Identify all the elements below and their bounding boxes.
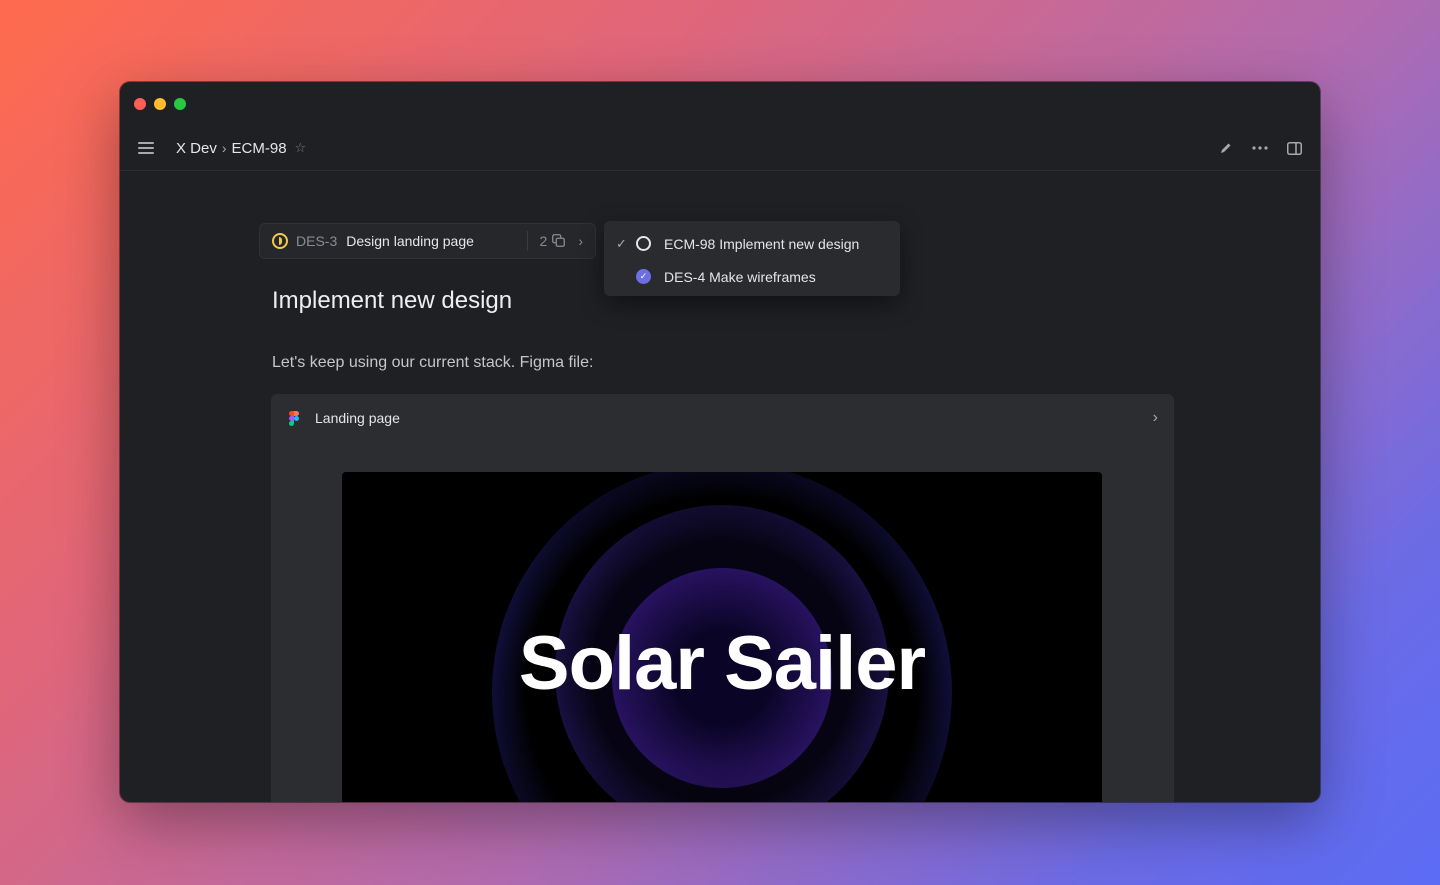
sub-issues-dropdown: ✓ ECM-98 Implement new design ✓ DES-4 Ma…: [604, 221, 900, 296]
figma-preview-image[interactable]: Solar Sailer: [342, 472, 1102, 802]
sub-issues-icon: [552, 234, 566, 248]
figma-embed: Landing page › Solar Sailer: [271, 394, 1174, 802]
sub-issue-count: 2: [539, 233, 548, 249]
pencil-icon[interactable]: [1218, 140, 1234, 156]
breadcrumb-team[interactable]: X Dev: [176, 140, 217, 157]
chip-divider: [526, 231, 528, 251]
check-icon: ✓: [616, 235, 627, 251]
dropdown-item[interactable]: ✓ DES-4 Make wireframes: [604, 260, 900, 293]
issue-description[interactable]: Let's keep using our current stack. Figm…: [272, 354, 593, 372]
chevron-right-icon[interactable]: ›: [578, 233, 583, 249]
issue-title[interactable]: Implement new design: [272, 287, 512, 315]
sidebar-toggle-icon[interactable]: [1286, 140, 1302, 156]
top-actions: [1218, 140, 1302, 156]
star-icon[interactable]: ☆: [295, 140, 307, 156]
dropdown-item[interactable]: ✓ ECM-98 Implement new design: [604, 227, 900, 260]
breadcrumb-issue[interactable]: ECM-98: [232, 140, 287, 157]
app-window: X Dev › ECM-98 ☆ DES-3 Design landing pa…: [120, 82, 1320, 802]
more-icon[interactable]: [1252, 140, 1268, 156]
dropdown-item-label: ECM-98 Implement new design: [664, 235, 860, 252]
figma-embed-header[interactable]: Landing page ›: [271, 394, 1174, 442]
menu-icon[interactable]: [138, 142, 154, 154]
parent-issue-title: Design landing page: [346, 233, 474, 249]
breadcrumb: X Dev › ECM-98: [176, 140, 287, 157]
done-status-icon: ✓: [636, 269, 651, 284]
close-window-button[interactable]: [134, 98, 146, 110]
parent-issue-id: DES-3: [296, 233, 338, 249]
parent-issue-chip[interactable]: DES-3 Design landing page 2 ›: [259, 223, 596, 259]
top-bar: X Dev › ECM-98 ☆: [120, 126, 1320, 171]
preview-hero-text: Solar Sailer: [518, 621, 926, 706]
figma-icon: [289, 410, 299, 426]
figma-embed-title: Landing page: [315, 410, 400, 426]
in-progress-status-icon: [272, 233, 288, 249]
window-controls: [134, 98, 186, 110]
chevron-right-icon[interactable]: ›: [1153, 409, 1158, 427]
dropdown-item-label: DES-4 Make wireframes: [664, 268, 816, 285]
todo-status-icon: [636, 236, 651, 251]
minimize-window-button[interactable]: [154, 98, 166, 110]
breadcrumb-separator: ›: [221, 140, 227, 156]
maximize-window-button[interactable]: [174, 98, 186, 110]
